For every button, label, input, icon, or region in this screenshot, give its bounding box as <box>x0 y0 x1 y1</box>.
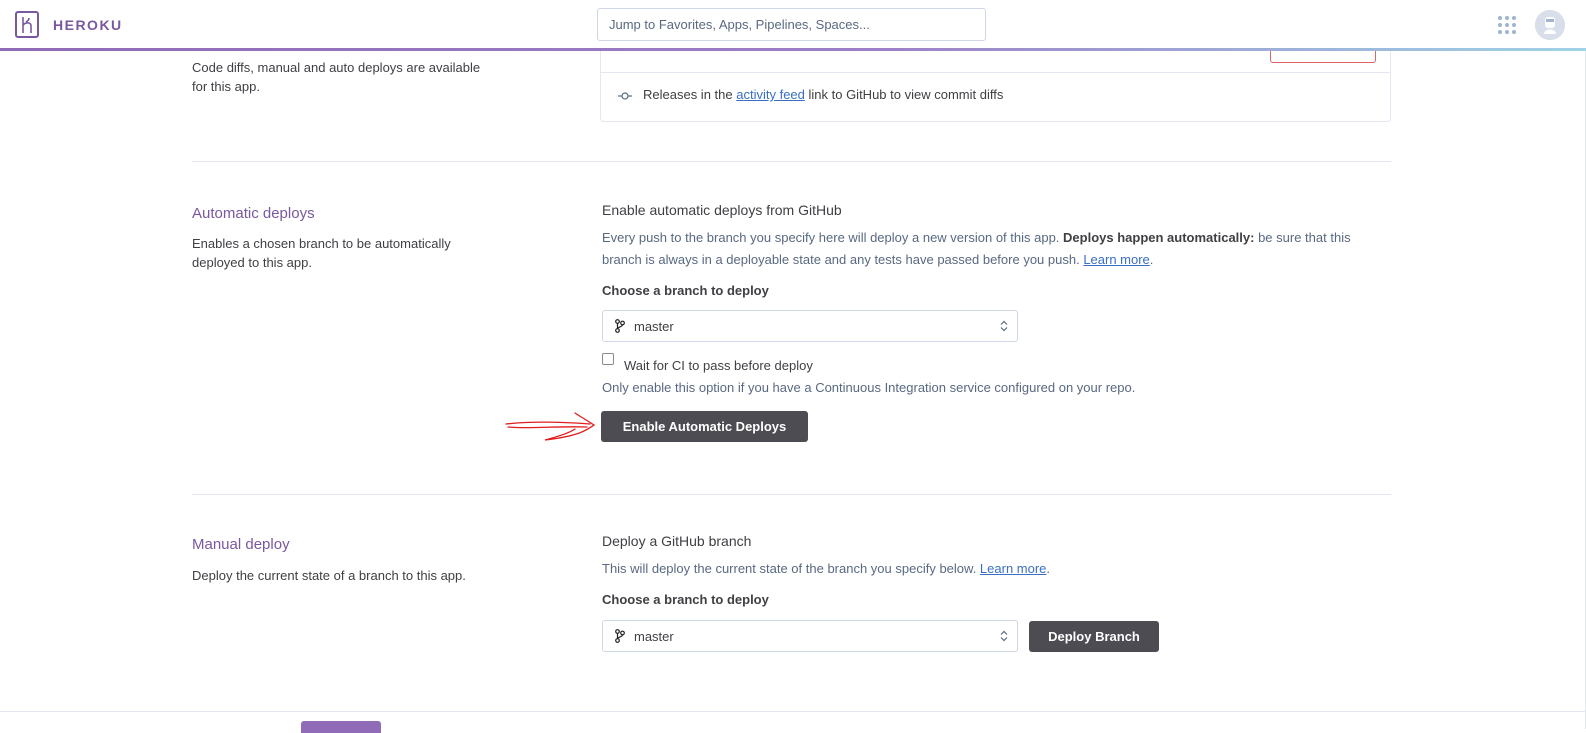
code-diffs-description: Code diffs, manual and auto deploys are … <box>192 60 481 94</box>
heroku-logo-icon[interactable] <box>15 11 39 38</box>
card-divider <box>601 72 1390 73</box>
ci-hint-text: Only enable this option if you have a Co… <box>602 380 1136 395</box>
section-divider <box>192 494 1391 495</box>
header-accent-line <box>0 48 1586 51</box>
chevron-up-down-icon <box>1000 320 1008 332</box>
manual-learn-more-link[interactable]: Learn more <box>980 561 1046 576</box>
automatic-text-bold: Deploys happen automatically: <box>1063 230 1255 245</box>
manual-deploy-heading: Deploy a GitHub branch <box>602 533 752 549</box>
manual-deploy-text: This will deploy the current state of th… <box>602 558 1392 580</box>
section-divider <box>192 161 1391 162</box>
activity-feed-link[interactable]: activity feed <box>736 87 805 102</box>
automatic-deploys-title: Automatic deploys <box>192 205 315 222</box>
heroku-logo-text[interactable]: HEROKU <box>53 17 123 33</box>
releases-note: Releases in the activity feed link to Gi… <box>643 87 1003 102</box>
releases-suffix: link to GitHub to view commit diffs <box>804 87 1004 102</box>
manual-text-suffix: . <box>1046 561 1051 576</box>
releases-prefix: Releases in the <box>643 87 737 102</box>
commit-icon <box>618 92 632 100</box>
automatic-deploys-description: Enables a chosen branch to be automatica… <box>192 236 451 270</box>
grid-dots-icon[interactable] <box>1497 15 1517 35</box>
wait-for-ci-label[interactable]: Wait for CI to pass before deploy <box>624 358 813 373</box>
user-avatar[interactable] <box>1535 10 1565 40</box>
learn-more-link[interactable]: Learn more <box>1083 252 1149 267</box>
automatic-text-prefix: Every push to the branch you specify her… <box>602 230 1064 245</box>
top-navigation-bar: HEROKU <box>0 0 1586 51</box>
manual-text-prefix: This will deploy the current state of th… <box>602 561 980 576</box>
manual-choose-branch-label: Choose a branch to deploy <box>602 592 769 607</box>
manual-deploy-title: Manual deploy <box>192 536 290 553</box>
choose-branch-label: Choose a branch to deploy <box>602 283 769 298</box>
manual-deploy-description: Deploy the current state of a branch to … <box>192 568 466 583</box>
manual-branch-value: master <box>634 629 674 644</box>
automatic-deploys-text: Every push to the branch you specify her… <box>602 230 1351 267</box>
search-input[interactable] <box>597 8 986 41</box>
git-branch-icon <box>615 629 625 643</box>
automatic-deploys-heading: Enable automatic deploys from GitHub <box>602 202 842 218</box>
auto-branch-select[interactable]: master <box>602 310 1018 342</box>
auto-branch-value: master <box>634 319 674 334</box>
wait-for-ci-checkbox[interactable] <box>602 353 614 365</box>
deploy-branch-button[interactable]: Deploy Branch <box>1029 621 1159 652</box>
annotation-arrow-icon <box>505 412 596 441</box>
manual-branch-select[interactable]: master <box>602 620 1018 652</box>
enable-automatic-deploys-button[interactable]: Enable Automatic Deploys <box>601 411 808 442</box>
footer-button[interactable] <box>301 721 381 733</box>
git-branch-icon <box>615 319 625 333</box>
chevron-up-down-icon <box>1000 630 1008 642</box>
footer-divider <box>0 711 1586 712</box>
